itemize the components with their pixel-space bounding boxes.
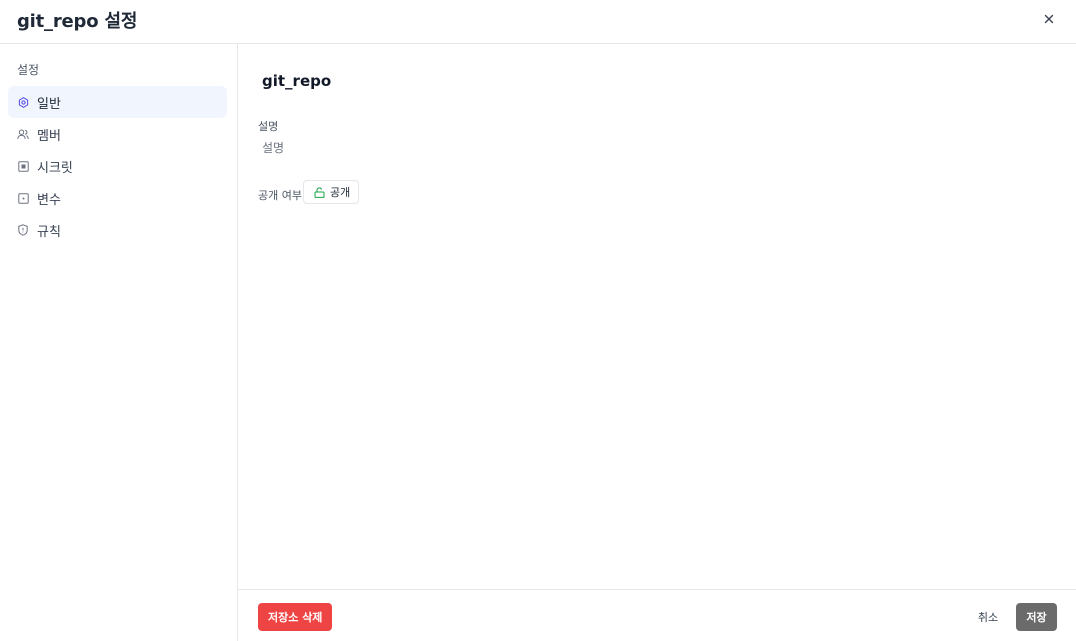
unlock-icon (314, 186, 326, 198)
visibility-label: 공개 여부 (258, 189, 302, 202)
visibility-value: 공개 (330, 186, 351, 199)
sidebar-section-label: 설정 (17, 63, 40, 77)
sidebar-item-label: 변수 (37, 192, 61, 208)
sidebar-item-label: 일반 (37, 96, 61, 112)
description-label: 설명 (258, 120, 279, 133)
repo-name-heading: git_repo (262, 72, 332, 90)
modal-footer: 저장소 삭제 취소 저장 (238, 589, 1076, 641)
sidebar-item-label: 규칙 (37, 224, 61, 240)
general-settings-panel: git_repo 설명 공개 여부 공개 (238, 44, 1076, 589)
sidebar-item-rules[interactable]: 규칙 (8, 214, 227, 246)
secret-icon (17, 160, 29, 172)
sidebar-item-general[interactable]: 일반 (8, 86, 227, 118)
variable-icon (17, 192, 29, 204)
sidebar-item-variables[interactable]: 변수 (8, 182, 227, 214)
close-button[interactable] (1040, 10, 1058, 28)
users-icon (17, 128, 29, 140)
description-input[interactable] (258, 137, 818, 159)
shield-icon (17, 224, 29, 236)
modal-header: git_repo 설정 (0, 0, 1076, 44)
sidebar-item-members[interactable]: 멤버 (8, 118, 227, 150)
gear-icon (17, 96, 29, 108)
sidebar: 설정 일반 멤버 시크릿 변수 규칙 (0, 44, 238, 641)
settings-modal: git_repo 설정 설정 일반 멤버 시크릿 변수 규칙 git_repo … (0, 0, 1076, 641)
cancel-button[interactable]: 취소 (970, 603, 1006, 631)
save-button[interactable]: 저장 (1016, 603, 1057, 631)
visibility-toggle-button[interactable]: 공개 (303, 180, 360, 204)
delete-repo-button[interactable]: 저장소 삭제 (258, 603, 333, 631)
sidebar-item-secrets[interactable]: 시크릿 (8, 150, 227, 182)
sidebar-item-label: 멤버 (37, 128, 61, 144)
page-title: git_repo 설정 (17, 11, 138, 32)
close-icon (1044, 14, 1054, 24)
sidebar-item-label: 시크릿 (37, 160, 73, 176)
